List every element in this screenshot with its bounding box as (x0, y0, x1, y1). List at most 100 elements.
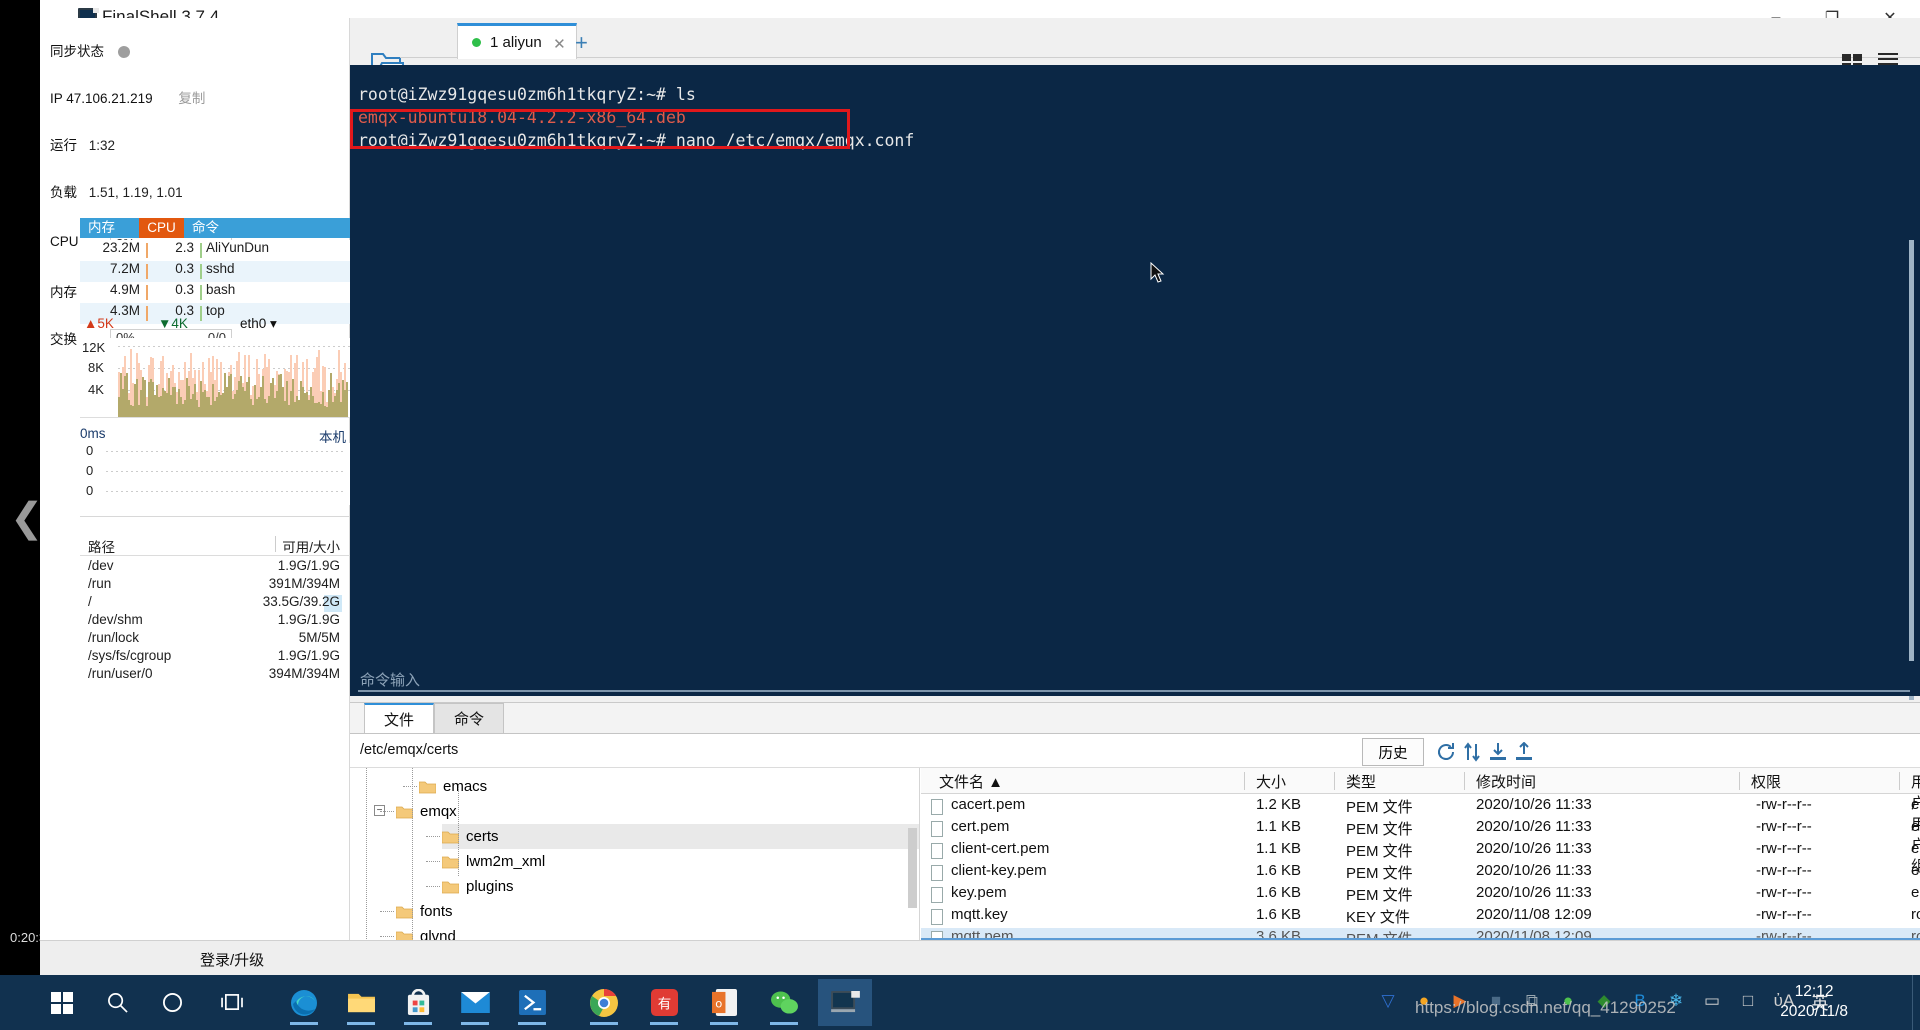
copy-ip-button[interactable]: 复制 (178, 91, 205, 106)
tray-battery-icon[interactable]: ▭ (1699, 988, 1725, 1014)
load-label: 负载 (50, 185, 77, 200)
status-strip: 登录/升级 (40, 940, 1920, 975)
tree-node[interactable]: emacs (419, 774, 919, 799)
clock-date: 2020/11/8 (1780, 1002, 1848, 1022)
refresh-icon[interactable] (1436, 742, 1456, 762)
office-icon: o (712, 989, 737, 1016)
download-file-icon[interactable] (1488, 742, 1508, 762)
file-row[interactable]: client-cert.pem1.1 KBPEM 文件2020/10/26 11… (921, 840, 1920, 862)
process-memory: 7.2M (80, 261, 140, 276)
tab-aliyun[interactable]: 1 aliyun ✕ (457, 23, 577, 59)
chrome-icon (589, 988, 619, 1018)
tree-node-label: lwm2m_xml (466, 853, 545, 870)
disk-row[interactable]: /run/user/0394M/394M (80, 666, 350, 687)
file-manager-tab[interactable]: 命令 (434, 703, 504, 733)
file-history-button[interactable]: 历史 (1362, 738, 1424, 766)
file-row[interactable]: client-key.pem1.6 KBPEM 文件2020/10/26 11:… (921, 862, 1920, 884)
uptime-value: 1:32 (89, 138, 115, 153)
file-size: 1.6 KB (1231, 906, 1301, 923)
network-interface-select[interactable]: eth0 ▾ (240, 316, 277, 332)
process-row[interactable]: 23.2M2.3AliYunDun (80, 240, 350, 261)
store-icon (406, 989, 431, 1016)
file-row[interactable]: key.pem1.6 KBPEM 文件2020/10/26 11:33-rw-r… (921, 884, 1920, 906)
finalshell-button[interactable] (818, 979, 872, 1026)
cortana-button[interactable] (148, 979, 196, 1026)
file-row[interactable]: cert.pem1.1 KBPEM 文件2020/10/26 11:33-rw-… (921, 818, 1920, 840)
uptime-label: 运行 (50, 138, 77, 153)
disk-size: 5M/5M (299, 630, 340, 645)
command-input-row[interactable]: 命令输入 历史 选项 (350, 661, 1920, 696)
disk-col-size[interactable]: 可用/大小 (282, 536, 340, 556)
mail-button[interactable] (451, 979, 499, 1026)
file-mtime: 2020/11/08 12:09 (1476, 906, 1592, 923)
file-icon (931, 909, 943, 925)
disk-path: /dev (88, 558, 114, 573)
file-permissions: -rw-r--r-- (1756, 840, 1812, 857)
network-header: ▲5K ▼4K eth0 ▾ (80, 316, 350, 338)
office-button[interactable]: o (700, 979, 748, 1026)
tree-node[interactable]: plugins (442, 874, 919, 899)
show-desktop-button[interactable] (1912, 975, 1920, 1030)
file-name: cert.pem (951, 818, 1009, 835)
file-explorer-button[interactable] (337, 979, 385, 1026)
tree-node[interactable]: fonts (396, 899, 919, 924)
file-column-header[interactable]: 大小 (1256, 771, 1286, 792)
disk-col-path[interactable]: 路径 (88, 536, 115, 556)
search-button[interactable] (93, 979, 141, 1026)
tree-node-label: certs (466, 828, 499, 845)
process-col-command[interactable]: 命令 (192, 218, 219, 238)
store-button[interactable] (394, 979, 442, 1026)
tab-close-icon[interactable]: ✕ (553, 35, 566, 53)
tree-node[interactable]: −emqx (396, 799, 919, 824)
terminal-lines: root@iZwz91gqesu0zm6h1tkqryZ:~# lsemqx-u… (358, 83, 1894, 685)
tab-label: 1 aliyun (490, 34, 542, 51)
file-type: PEM 文件 (1346, 862, 1413, 883)
tray-network-icon[interactable]: □ (1735, 988, 1761, 1014)
video-prev-arrow[interactable]: ❮ (10, 495, 44, 541)
file-column-header[interactable]: 文件名 ▲ (939, 771, 1003, 792)
disk-table-header: 路径 可用/大小 (80, 534, 350, 556)
process-col-memory[interactable]: 内存 (88, 218, 115, 238)
new-tab-button[interactable]: + (575, 30, 588, 56)
file-column-header[interactable]: 权限 (1751, 771, 1781, 792)
powershell-button[interactable] (508, 979, 556, 1026)
process-row[interactable]: 7.2M0.3sshd (80, 261, 350, 282)
tree-node[interactable]: lwm2m_xml (442, 849, 919, 874)
process-cpu: 0.3 (150, 282, 194, 297)
wechat-button[interactable] (760, 979, 808, 1026)
file-manager-tab[interactable]: 文件 (364, 703, 434, 733)
start-button[interactable] (38, 979, 86, 1026)
wechat-icon (770, 990, 799, 1015)
process-row[interactable]: 4.9M0.3bash (80, 282, 350, 303)
terminal-scrollbar[interactable] (1909, 240, 1914, 700)
tree-node[interactable]: certs (442, 824, 919, 849)
disk-size: 33.5G/39.2G (263, 594, 340, 609)
current-path[interactable]: /etc/emqx/certs (360, 742, 458, 758)
file-column-header[interactable]: 修改时间 (1476, 771, 1536, 792)
file-row[interactable]: mqtt.key1.6 KBKEY 文件2020/11/08 12:09-rw-… (921, 906, 1920, 928)
file-row[interactable]: cacert.pem1.2 KBPEM 文件2020/10/26 11:33-r… (921, 796, 1920, 818)
file-column-header[interactable]: 类型 (1346, 771, 1376, 792)
login-upgrade-link[interactable]: 登录/升级 (200, 949, 264, 970)
terminal-tabbar: 1 aliyun ✕ + (400, 18, 1920, 58)
chrome-button[interactable] (580, 979, 628, 1026)
terminal-output-pane[interactable]: root@iZwz91gqesu0zm6h1tkqryZ:~# lsemqx-u… (350, 65, 1920, 685)
upload-file-icon[interactable] (1514, 742, 1534, 762)
youdao-button[interactable]: 有 (640, 979, 688, 1026)
tray-security-icon[interactable]: ▽ (1375, 988, 1401, 1014)
process-col-cpu[interactable]: CPU (139, 218, 184, 238)
file-size: 1.6 KB (1231, 862, 1301, 879)
file-permissions: -rw-r--r-- (1756, 884, 1812, 901)
sort-icon[interactable] (1462, 742, 1482, 762)
disk-size: 1.9G/1.9G (278, 648, 340, 663)
terminal-line: root@iZwz91gqesu0zm6h1tkqryZ:~# ls (358, 83, 1894, 106)
tree-scrollbar[interactable] (908, 828, 917, 908)
folder-icon (347, 990, 376, 1015)
disk-path: /run/lock (88, 630, 139, 645)
tree-node-label: plugins (466, 878, 514, 895)
ip-row: IP 47.106.21.219 复制 (40, 87, 349, 110)
taskbar-clock[interactable]: 12:12 2020/11/8 (1780, 982, 1848, 1022)
process-cpu: 2.3 (150, 240, 194, 255)
edge-button[interactable] (280, 979, 328, 1026)
task-view-button[interactable] (208, 979, 256, 1026)
